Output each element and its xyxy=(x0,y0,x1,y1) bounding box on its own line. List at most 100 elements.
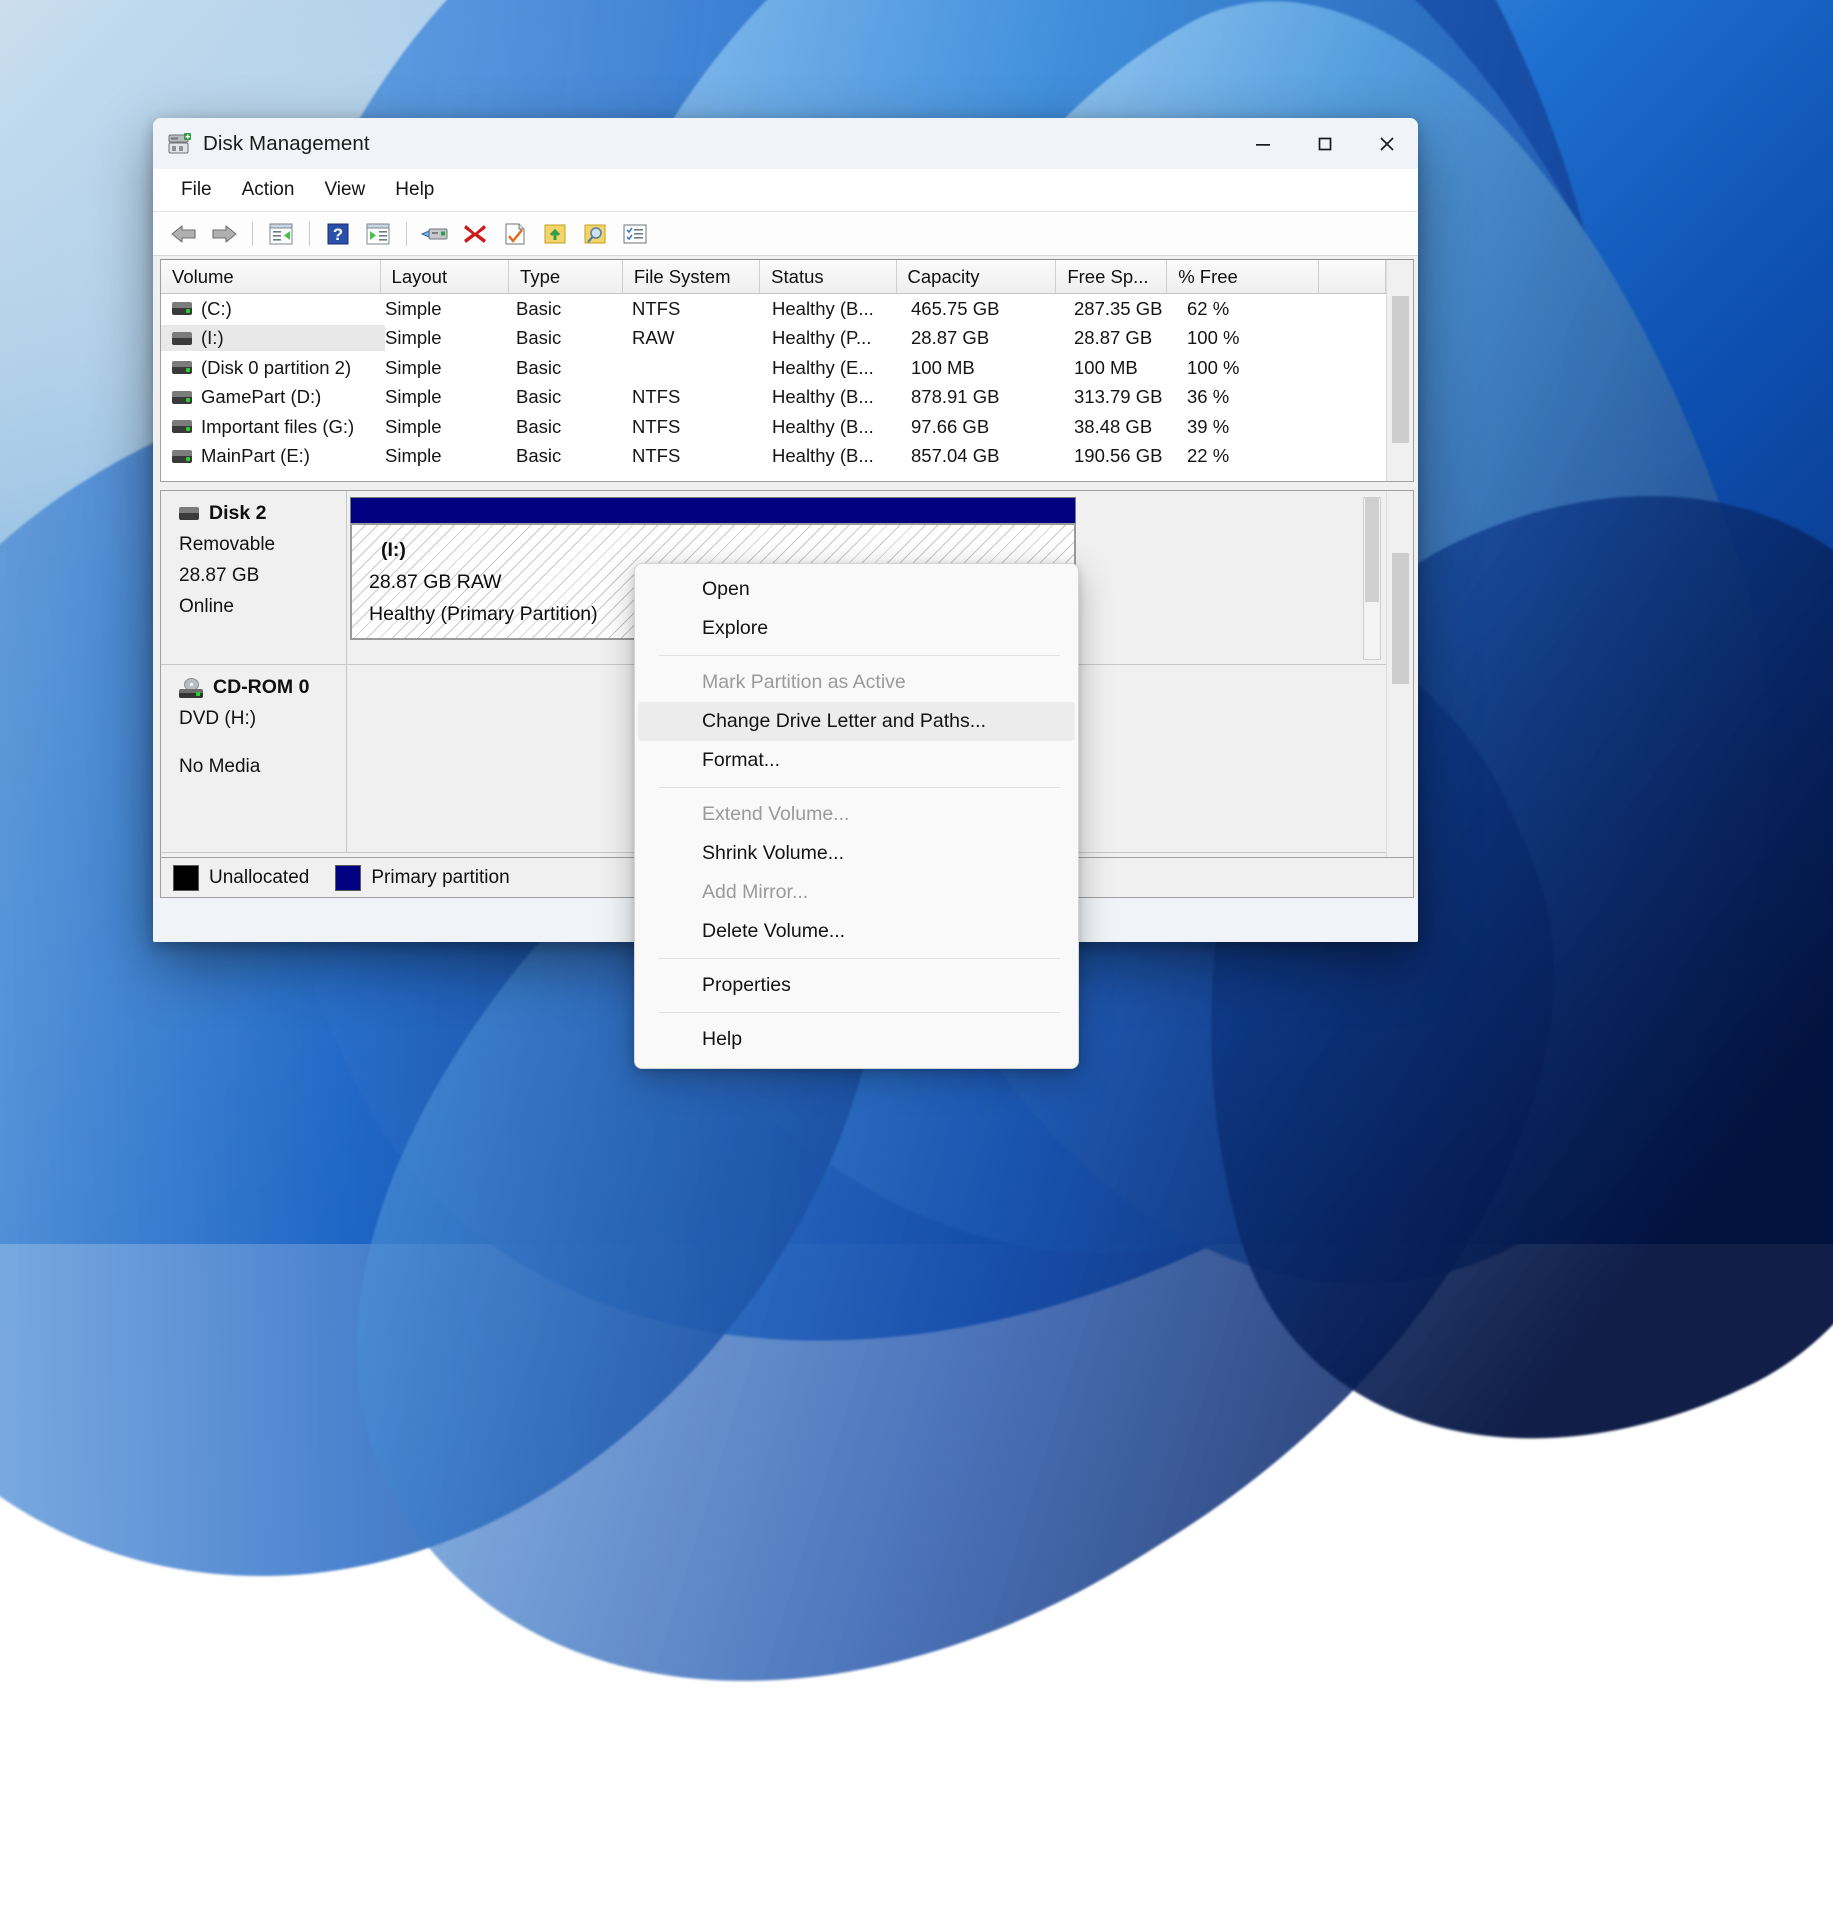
title-bar-left: Disk Management xyxy=(153,132,370,156)
context-menu-item-explore[interactable]: Explore xyxy=(638,609,1075,648)
cell-volume: (I:) xyxy=(161,325,385,351)
context-menu-item-mark-partition-as-active: Mark Partition as Active xyxy=(638,663,1075,702)
svg-text:?: ? xyxy=(333,225,343,244)
cell-file-system: NTFS xyxy=(632,445,772,467)
context-menu-item-delete-volume[interactable]: Delete Volume... xyxy=(638,912,1075,951)
menu-view[interactable]: View xyxy=(311,174,378,206)
disk-inner-scrollbar[interactable] xyxy=(1363,497,1381,660)
maximize-button[interactable] xyxy=(1294,118,1356,169)
column-header-type[interactable]: Type xyxy=(509,260,623,293)
cell-capacity: 878.91 GB xyxy=(911,386,1074,408)
table-row[interactable]: (C:) Simple Basic NTFS Healthy (B... 465… xyxy=(161,294,1386,324)
toolbar-separator xyxy=(309,222,310,246)
volume-list-scrollbar-thumb[interactable] xyxy=(1392,296,1409,443)
cell-free-space: 28.87 GB xyxy=(1074,327,1187,349)
column-header-extra[interactable] xyxy=(1319,260,1386,293)
disk-pane-scrollbar-thumb[interactable] xyxy=(1392,553,1409,684)
table-row[interactable]: MainPart (E:) Simple Basic NTFS Healthy … xyxy=(161,442,1386,472)
help-icon[interactable]: ? xyxy=(319,217,357,251)
cell-volume-label: (C:) xyxy=(201,298,232,320)
legend-label-primary-partition: Primary partition xyxy=(371,867,509,889)
cell-layout: Simple xyxy=(385,386,516,408)
column-header-percent-free[interactable]: % Free xyxy=(1167,260,1319,293)
context-menu-item-open[interactable]: Open xyxy=(638,570,1075,609)
cdrom-icon xyxy=(179,678,203,698)
volume-list-scrollbar[interactable] xyxy=(1386,260,1413,481)
disk-info-cdrom0[interactable]: CD-ROM 0 DVD (H:) No Media xyxy=(161,665,347,852)
disk-info-disk2[interactable]: Disk 2 Removable 28.87 GB Online xyxy=(161,491,347,664)
cell-layout: Simple xyxy=(385,327,516,349)
disk-title-disk2: Disk 2 xyxy=(179,502,346,525)
column-header-capacity[interactable]: Capacity xyxy=(897,260,1057,293)
cell-free-space: 287.35 GB xyxy=(1074,298,1187,320)
toolbar: ? xyxy=(153,212,1418,256)
cell-status: Healthy (P... xyxy=(772,327,911,349)
cell-percent-free: 39 % xyxy=(1187,416,1342,438)
cell-type: Basic xyxy=(516,357,632,379)
disk-inner-scrollbar-thumb[interactable] xyxy=(1365,498,1379,602)
pane-splitter[interactable] xyxy=(160,482,1414,490)
cell-status: Healthy (B... xyxy=(772,386,911,408)
rescan-disks-icon[interactable] xyxy=(416,217,454,251)
cell-type: Basic xyxy=(516,416,632,438)
cell-percent-free: 100 % xyxy=(1187,357,1342,379)
drive-icon xyxy=(172,302,192,315)
disk-state: Online xyxy=(179,596,346,618)
column-header-layout[interactable]: Layout xyxy=(381,260,510,293)
context-menu-separator xyxy=(659,1012,1060,1013)
cell-capacity: 100 MB xyxy=(911,357,1074,379)
close-button[interactable] xyxy=(1356,118,1418,169)
task-list-icon[interactable] xyxy=(616,217,654,251)
context-menu-item-change-drive-letter-and-paths[interactable]: Change Drive Letter and Paths... xyxy=(638,702,1075,741)
cell-free-space: 313.79 GB xyxy=(1074,386,1187,408)
table-row[interactable]: (Disk 0 partition 2) Simple Basic Health… xyxy=(161,353,1386,383)
cell-percent-free: 62 % xyxy=(1187,298,1342,320)
context-menu-item-properties[interactable]: Properties xyxy=(638,966,1075,1005)
export-list-icon[interactable] xyxy=(536,217,574,251)
properties-icon[interactable] xyxy=(496,217,534,251)
show-hide-console-tree-icon[interactable] xyxy=(262,217,300,251)
back-icon[interactable] xyxy=(165,217,203,251)
cell-file-system: RAW xyxy=(632,327,772,349)
context-menu-item-shrink-volume[interactable]: Shrink Volume... xyxy=(638,834,1075,873)
menu-action[interactable]: Action xyxy=(229,174,308,206)
cell-percent-free: 22 % xyxy=(1187,445,1342,467)
disk-name: CD-ROM 0 xyxy=(213,676,309,699)
forward-icon[interactable] xyxy=(205,217,243,251)
drive-icon xyxy=(172,391,192,404)
context-menu-item-help[interactable]: Help xyxy=(638,1020,1075,1059)
partition-color-bar xyxy=(350,497,1076,523)
show-hide-action-pane-icon[interactable] xyxy=(359,217,397,251)
folder-search-icon[interactable] xyxy=(576,217,614,251)
column-header-free-space[interactable]: Free Sp... xyxy=(1056,260,1167,293)
cell-file-system: NTFS xyxy=(632,386,772,408)
menu-file[interactable]: File xyxy=(168,174,225,206)
table-row[interactable]: Important files (G:) Simple Basic NTFS H… xyxy=(161,412,1386,442)
context-menu-separator xyxy=(659,787,1060,788)
drive-icon xyxy=(172,420,192,433)
legend-label-unallocated: Unallocated xyxy=(209,867,309,889)
cell-type: Basic xyxy=(516,445,632,467)
disk-pane-scrollbar[interactable] xyxy=(1386,491,1413,857)
volume-table-body: (C:) Simple Basic NTFS Healthy (B... 465… xyxy=(161,294,1386,481)
cell-volume: (C:) xyxy=(161,296,385,322)
cell-status: Healthy (E... xyxy=(772,357,911,379)
volume-table-header: Volume Layout Type File System Status Ca… xyxy=(161,260,1386,294)
table-row[interactable]: (I:) Simple Basic RAW Healthy (P... 28.8… xyxy=(161,324,1386,354)
window-controls xyxy=(1232,118,1418,169)
column-header-file-system[interactable]: File System xyxy=(623,260,760,293)
context-menu-item-format[interactable]: Format... xyxy=(638,741,1075,780)
delete-icon[interactable] xyxy=(456,217,494,251)
table-row[interactable]: GamePart (D:) Simple Basic NTFS Healthy … xyxy=(161,383,1386,413)
minimize-button[interactable] xyxy=(1232,118,1294,169)
disk-icon xyxy=(179,507,199,520)
cell-capacity: 465.75 GB xyxy=(911,298,1074,320)
volume-list-pane: Volume Layout Type File System Status Ca… xyxy=(160,259,1414,482)
cell-capacity: 857.04 GB xyxy=(911,445,1074,467)
cell-free-space: 38.48 GB xyxy=(1074,416,1187,438)
column-header-status[interactable]: Status xyxy=(760,260,896,293)
column-header-volume[interactable]: Volume xyxy=(161,260,381,293)
disk-state: No Media xyxy=(179,756,346,778)
context-menu-separator xyxy=(659,958,1060,959)
menu-help[interactable]: Help xyxy=(382,174,447,206)
